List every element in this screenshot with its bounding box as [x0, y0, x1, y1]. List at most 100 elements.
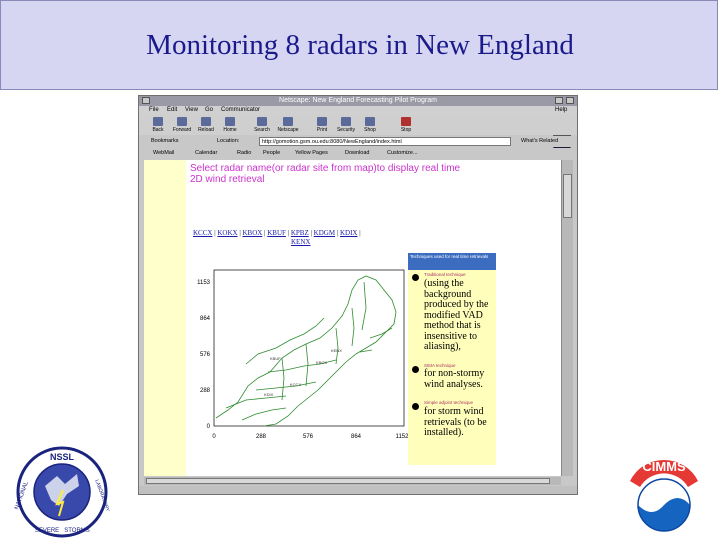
printer-icon	[317, 117, 327, 126]
techniques-panel: Techniques used for real time retrievals…	[408, 253, 496, 465]
map-x-tick: 1152	[396, 434, 408, 440]
browser-window: Netscape: New England Forecasting Pilot …	[138, 95, 578, 495]
back-arrow-icon	[153, 117, 163, 126]
bullet-icon	[412, 366, 419, 373]
shop-label: Shop	[364, 127, 376, 133]
bullet-icon	[412, 274, 419, 281]
netscape-label: Netscape	[277, 127, 299, 133]
lock-icon	[341, 117, 351, 126]
nssl-logo-icon: NSSL NATIONAL SEVERE STORMS LABORATORY	[14, 446, 111, 538]
page-heading: Select radar name(or radar site from map…	[190, 163, 461, 185]
home-button[interactable]: Home	[221, 117, 239, 134]
radar-link-kpbz[interactable]: KPBZ	[291, 229, 309, 237]
slide-title-bar: Monitoring 8 radars in New England	[0, 0, 718, 90]
stop-button[interactable]: Stop	[397, 117, 415, 134]
map-y-tick: 864	[200, 316, 211, 322]
cimms-noaa-logo-icon: CIMMS	[621, 450, 707, 536]
vertical-scrollbar[interactable]	[561, 160, 573, 476]
radar-link-kbox[interactable]: KBOX	[243, 229, 263, 237]
method-desc-adjoint: for storm wind retrievals (to be install…	[424, 406, 487, 438]
menu-view[interactable]: View	[185, 106, 198, 115]
security-button[interactable]: Security	[337, 117, 355, 134]
menu-go[interactable]: Go	[205, 106, 213, 115]
map-y-tick: 288	[200, 388, 211, 394]
print-button[interactable]: Print	[313, 117, 331, 134]
forward-arrow-icon	[177, 117, 187, 126]
page-content: Select radar name(or radar site from map…	[144, 160, 561, 476]
map-y-tick: 0	[207, 424, 211, 430]
link-people[interactable]: People	[263, 148, 280, 159]
status-bar	[139, 486, 577, 494]
vertical-scroll-thumb[interactable]	[563, 174, 572, 218]
shop-button[interactable]: Shop	[361, 117, 379, 134]
search-button[interactable]: Search	[253, 117, 271, 134]
map-site-kccx[interactable]: KCCX	[290, 382, 301, 387]
svg-text:NSSL: NSSL	[50, 452, 75, 462]
home-icon	[225, 117, 235, 126]
browser-titlebar[interactable]: Netscape: New England Forecasting Pilot …	[139, 96, 577, 106]
home-label: Home	[223, 127, 237, 133]
map-x-tick: 864	[351, 434, 362, 440]
map-x-tick: 0	[212, 434, 216, 440]
map-site-kdix[interactable]: KDIX	[264, 392, 274, 397]
shop-icon	[365, 117, 375, 126]
bookmarks-button[interactable]: Bookmarks	[151, 136, 179, 147]
map-frame	[213, 269, 405, 427]
panel-header-text: Techniques used for real time retrievals	[410, 254, 489, 259]
radar-link-kenx[interactable]: KENX	[291, 238, 310, 246]
svg-text:STORMS: STORMS	[64, 528, 90, 534]
security-label: Security	[336, 127, 356, 133]
radar-link-kdix[interactable]: KDIX	[340, 229, 358, 237]
print-label: Print	[316, 127, 328, 133]
browser-window-title: Netscape: New England Forecasting Pilot …	[279, 97, 437, 104]
search-label: Search	[254, 127, 270, 133]
stop-icon	[401, 117, 411, 126]
whats-related-button[interactable]: What's Related	[521, 136, 558, 147]
menu-file[interactable]: File	[149, 106, 159, 115]
forward-label: Forward	[172, 127, 192, 133]
link-radio[interactable]: Radio	[237, 148, 251, 159]
map-x-tick: 576	[303, 434, 314, 440]
method-desc-sima: for non-stormy wind analyses.	[424, 368, 485, 390]
link-calendar[interactable]: Calendar	[195, 148, 217, 159]
link-download[interactable]: Download	[345, 148, 369, 159]
link-customize[interactable]: Customize...	[387, 148, 418, 159]
menu-communicator[interactable]: Communicator	[221, 106, 260, 115]
stop-label: Stop	[400, 127, 412, 133]
reload-button[interactable]: Reload	[197, 117, 215, 134]
search-icon	[257, 117, 267, 126]
state-boundaries	[215, 275, 397, 427]
radar-link-kokx[interactable]: KOKX	[217, 229, 237, 237]
bullet-icon	[412, 403, 419, 410]
slide-title: Monitoring 8 radars in New England	[146, 29, 574, 61]
map-site-kbox[interactable]: KBOX	[316, 360, 327, 365]
radar-link-kdgm[interactable]: KDGM	[314, 229, 335, 237]
horizontal-scroll-thumb[interactable]	[146, 478, 550, 484]
maximize-button[interactable]	[566, 97, 574, 104]
back-label: Back	[152, 127, 164, 133]
map-x-tick: 288	[256, 434, 267, 440]
svg-text:SEVERE: SEVERE	[35, 528, 59, 534]
horizontal-scrollbar[interactable]	[144, 477, 561, 485]
forward-button[interactable]: Forward	[173, 117, 191, 134]
radar-site-map[interactable]: 1153 864 576 288 0 0 288 576 864 1152 KB…	[186, 268, 408, 468]
map-site-kbuf[interactable]: KBUF	[270, 356, 281, 361]
back-button[interactable]: Back	[149, 117, 167, 134]
radar-link-kccx[interactable]: KCCX	[193, 229, 212, 237]
netscape-button[interactable]: Netscape	[277, 117, 299, 134]
link-yellow-pages[interactable]: Yellow Pages	[295, 148, 328, 159]
personal-toolbar: WebMail Calendar Radio People Yellow Pag…	[139, 148, 577, 159]
map-y-tick: 576	[200, 352, 211, 358]
location-bar: Bookmarks Location: http://gomotion.gsm.…	[139, 136, 577, 147]
menu-edit[interactable]: Edit	[167, 106, 177, 115]
menu-bar: File Edit View Go Communicator Help	[139, 106, 577, 115]
svg-text:CIMMS: CIMMS	[642, 459, 686, 474]
link-webmail[interactable]: WebMail	[153, 148, 174, 159]
reload-icon	[201, 117, 211, 126]
menu-help[interactable]: Help	[555, 106, 567, 115]
location-input[interactable]: http://gomotion.gsm.ou.edu:8080/NewEngla…	[259, 137, 511, 146]
reload-label: Reload	[198, 127, 214, 133]
radar-link-kbuf[interactable]: KBUF	[267, 229, 286, 237]
minimize-button[interactable]	[555, 97, 563, 104]
map-site-kenx[interactable]: KENX	[331, 348, 342, 353]
